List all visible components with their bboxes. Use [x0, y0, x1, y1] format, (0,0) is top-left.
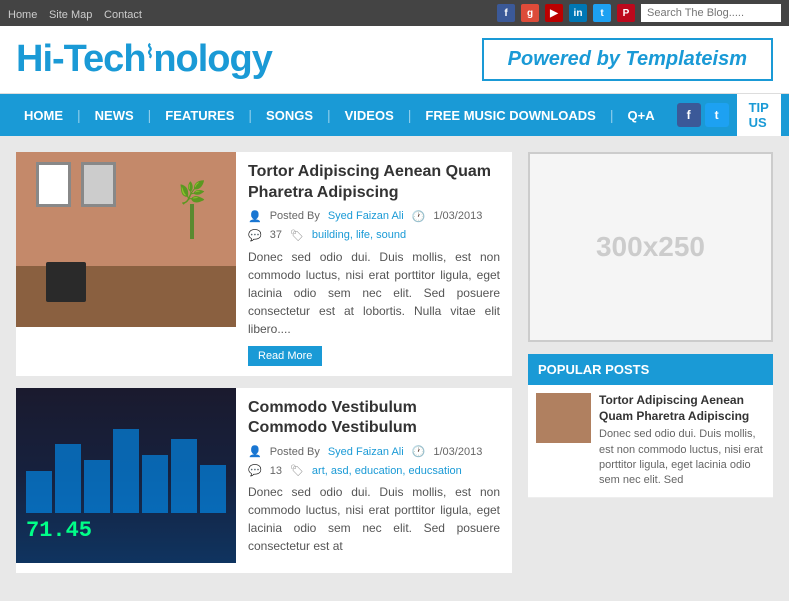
nav-features[interactable]: FEATURES — [151, 96, 248, 135]
facebook-nav-icon[interactable]: f — [677, 103, 701, 127]
post-date-1: 1/03/2013 — [433, 210, 482, 222]
tip-us-button[interactable]: TIP US — [737, 94, 781, 136]
post-excerpt-2: Donec sed odio dui. Duis mollis, est non… — [248, 483, 500, 555]
clock-icon-2: 🕐 — [412, 445, 426, 458]
sidebar-ad-text: 300x250 — [596, 231, 705, 263]
phone-chart — [16, 408, 236, 513]
post-date-2: 1/03/2013 — [433, 446, 482, 458]
tag-icon-1: 🏷 — [290, 229, 304, 242]
top-bar-links: Home Site Map Contact — [8, 6, 150, 21]
post-excerpt-1: Donec sed odio dui. Duis mollis, est non… — [248, 248, 500, 338]
room-frame-2 — [81, 162, 116, 207]
googleplus-icon-top[interactable]: g — [521, 4, 539, 22]
phone-screen: 71.45 — [16, 388, 236, 563]
contact-link[interactable]: Contact — [104, 9, 142, 21]
post-body-2: Commodo Vestibulum Commodo Vestibulum 👤 … — [236, 388, 512, 574]
comment-icon-2: 💬 — [248, 464, 262, 477]
logo-part1: Hi-Tech — [16, 38, 146, 80]
nav-links: HOME | NEWS | FEATURES | SONGS | VIDEOS … — [10, 96, 669, 135]
post-meta-1: 👤 Posted By Syed Faizan Ali 🕐 1/03/2013 — [248, 210, 500, 223]
chart-bar-2 — [55, 444, 81, 512]
chart-bar-7 — [200, 465, 226, 512]
popular-post-title-1[interactable]: Tortor Adipiscing Aenean Quam Pharetra A… — [599, 393, 765, 424]
chart-bar-4 — [113, 429, 139, 513]
post-meta-1b: 💬 37 🏷 building, life, sound — [248, 229, 500, 242]
post-card-1: 🌿 Tortor Adipiscing Aenean Quam Pharetra… — [16, 152, 512, 376]
youtube-icon-top[interactable]: ▶ — [545, 4, 563, 22]
logo-part2: nology — [153, 38, 272, 80]
clock-icon-1: 🕐 — [412, 210, 426, 223]
plant-stem — [190, 204, 194, 239]
post-tags-1[interactable]: building, life, sound — [312, 229, 406, 241]
chart-bar-6 — [171, 439, 197, 513]
popular-post-body-1: Tortor Adipiscing Aenean Quam Pharetra A… — [599, 393, 765, 489]
post-body-1: Tortor Adipiscing Aenean Quam Pharetra A… — [236, 152, 512, 376]
nav-free-music[interactable]: FREE MUSIC DOWNLOADS — [411, 96, 609, 135]
top-bar: Home Site Map Contact f g ▶ in t P — [0, 0, 789, 26]
sidebar: 300x250 POPULAR POSTS Tortor Adipiscing … — [528, 152, 773, 585]
chart-bar-1 — [26, 471, 52, 513]
nav-videos[interactable]: VIDEOS — [331, 96, 408, 135]
post-card-2: 71.45 Commodo Vestibulum Commodo Vestibu… — [16, 388, 512, 574]
post-author-1[interactable]: Syed Faizan Ali — [328, 210, 404, 222]
top-bar-right: f g ▶ in t P — [497, 4, 781, 22]
nav-news[interactable]: NEWS — [81, 96, 148, 135]
sidebar-ad: 300x250 — [528, 152, 773, 342]
phone-display-number: 71.45 — [26, 518, 92, 543]
pinterest-icon-top[interactable]: P — [617, 4, 635, 22]
popular-posts-header: POPULAR POSTS — [528, 354, 773, 385]
main-content: 🌿 Tortor Adipiscing Aenean Quam Pharetra… — [0, 136, 789, 601]
nav-songs[interactable]: SONGS — [252, 96, 327, 135]
facebook-icon-top[interactable]: f — [497, 4, 515, 22]
ad-banner: Powered by Templateism — [482, 38, 773, 81]
post-thumbnail-2: 71.45 — [16, 388, 236, 563]
post-comments-2: 13 — [270, 465, 282, 477]
post-inner-1: 🌿 Tortor Adipiscing Aenean Quam Pharetra… — [16, 152, 512, 376]
tag-icon-2: 🏷 — [290, 464, 304, 477]
room-chair — [46, 262, 86, 302]
plant-leaves-icon: 🌿 — [179, 182, 206, 204]
post-title-1: Tortor Adipiscing Aenean Quam Pharetra A… — [248, 162, 500, 204]
logo-text: Hi-Tech⌇nology — [16, 38, 272, 81]
room-scene: 🌿 — [16, 152, 236, 327]
content-area: 🌿 Tortor Adipiscing Aenean Quam Pharetra… — [16, 152, 512, 585]
sitemap-link[interactable]: Site Map — [49, 9, 92, 21]
nav-qa[interactable]: Q+A — [614, 96, 669, 135]
ad-banner-text: Powered by Templateism — [508, 48, 747, 71]
nav-home[interactable]: HOME — [10, 96, 77, 135]
logo: Hi-Tech⌇nology — [16, 38, 272, 81]
linkedin-icon-top[interactable]: in — [569, 4, 587, 22]
twitter-icon-top[interactable]: t — [593, 4, 611, 22]
room-plant: 🌿 — [179, 182, 206, 239]
nav: HOME | NEWS | FEATURES | SONGS | VIDEOS … — [0, 94, 789, 136]
post-meta-label-1: Posted By — [270, 210, 320, 222]
popular-post-item-1: Tortor Adipiscing Aenean Quam Pharetra A… — [528, 385, 773, 498]
post-tags-2[interactable]: art, asd, education, educsation — [312, 465, 462, 477]
home-link[interactable]: Home — [8, 9, 37, 21]
nav-social: f t — [677, 103, 729, 127]
author-icon-2: 👤 — [248, 445, 262, 458]
search-input[interactable] — [641, 4, 781, 22]
author-icon-1: 👤 — [248, 210, 262, 223]
popular-posts-section: POPULAR POSTS Tortor Adipiscing Aenean Q… — [528, 354, 773, 498]
popular-post-thumbnail-1 — [536, 393, 591, 443]
post-comments-1: 37 — [270, 229, 282, 241]
post-meta-label-2: Posted By — [270, 446, 320, 458]
post-title-2: Commodo Vestibulum Commodo Vestibulum — [248, 398, 500, 440]
post-author-2[interactable]: Syed Faizan Ali — [328, 446, 404, 458]
comment-icon-1: 💬 — [248, 229, 262, 242]
post-thumbnail-1: 🌿 — [16, 152, 236, 327]
read-more-1[interactable]: Read More — [248, 346, 322, 366]
post-meta-2: 👤 Posted By Syed Faizan Ali 🕐 1/03/2013 — [248, 445, 500, 458]
twitter-nav-icon[interactable]: t — [705, 103, 729, 127]
chart-bar-5 — [142, 455, 168, 513]
header: Hi-Tech⌇nology Powered by Templateism — [0, 26, 789, 94]
room-frame-1 — [36, 162, 71, 207]
post-inner-2: 71.45 Commodo Vestibulum Commodo Vestibu… — [16, 388, 512, 574]
chart-bar-3 — [84, 460, 110, 513]
post-meta-2b: 💬 13 🏷 art, asd, education, educsation — [248, 464, 500, 477]
popular-thumb-bg-1 — [536, 393, 591, 443]
popular-post-excerpt-1: Donec sed odio dui. Duis mollis, est non… — [599, 427, 765, 489]
